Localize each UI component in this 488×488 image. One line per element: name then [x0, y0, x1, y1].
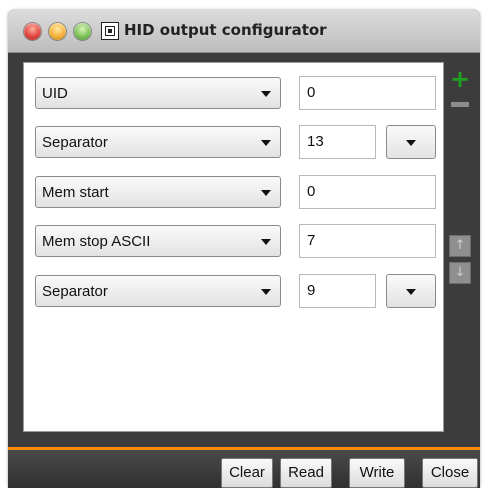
field-value-text: 0 — [307, 84, 316, 101]
title-bar[interactable]: HID output configurator — [8, 10, 480, 53]
field-value-text: 7 — [307, 232, 316, 249]
arrow-up-icon: ↑ — [454, 238, 466, 253]
field-type-label: Separator — [42, 283, 108, 300]
write-button[interactable]: Write — [349, 458, 405, 488]
chevron-down-icon — [261, 239, 271, 245]
clear-button[interactable]: Clear — [221, 458, 273, 488]
field-value-input[interactable]: 0 — [299, 76, 436, 110]
field-type-select[interactable]: Mem start — [35, 176, 281, 208]
close-button[interactable]: Close — [422, 458, 478, 488]
chevron-down-icon — [261, 140, 271, 146]
field-type-label: Mem start — [42, 184, 109, 201]
chevron-down-icon — [261, 190, 271, 196]
separator-char-dropdown[interactable] — [386, 125, 436, 159]
chevron-down-icon — [406, 140, 416, 146]
chevron-down-icon — [261, 91, 271, 97]
window-title: HID output configurator — [124, 21, 327, 39]
output-fields-panel: UID 0 Separator 13 Mem start 0 Mem stop … — [23, 62, 444, 432]
field-type-label: Separator — [42, 134, 108, 151]
field-type-select[interactable]: Separator — [35, 126, 281, 158]
field-value-input[interactable]: 0 — [299, 175, 436, 209]
field-type-select[interactable]: Separator — [35, 275, 281, 307]
read-button[interactable]: Read — [280, 458, 332, 488]
chevron-down-icon — [406, 289, 416, 295]
move-down-button[interactable]: ↓ — [449, 262, 471, 284]
arrow-down-icon: ↓ — [454, 265, 466, 280]
field-value-input[interactable]: 9 — [299, 274, 376, 308]
field-type-select[interactable]: UID — [35, 77, 281, 109]
separator-char-dropdown[interactable] — [386, 274, 436, 308]
chevron-down-icon — [261, 289, 271, 295]
move-up-button[interactable]: ↑ — [449, 235, 471, 257]
remove-row-button[interactable] — [449, 94, 471, 116]
action-bar: Clear Read Write Close — [8, 447, 480, 488]
field-value-text: 0 — [307, 183, 316, 200]
add-row-button[interactable]: + — [449, 65, 471, 93]
field-value-text: 13 — [307, 133, 324, 150]
field-value-text: 9 — [307, 282, 316, 299]
field-value-input[interactable]: 7 — [299, 224, 436, 258]
app-icon — [101, 22, 119, 40]
zoom-window-button[interactable] — [74, 23, 91, 40]
minimize-window-button[interactable] — [49, 23, 66, 40]
field-type-select[interactable]: Mem stop ASCII — [35, 225, 281, 257]
field-type-label: UID — [42, 85, 68, 102]
field-type-label: Mem stop ASCII — [42, 233, 151, 250]
plus-icon: + — [449, 65, 471, 93]
field-value-input[interactable]: 13 — [299, 125, 376, 159]
app-window: HID output configurator UID 0 Separator … — [8, 10, 480, 488]
close-window-button[interactable] — [24, 23, 41, 40]
